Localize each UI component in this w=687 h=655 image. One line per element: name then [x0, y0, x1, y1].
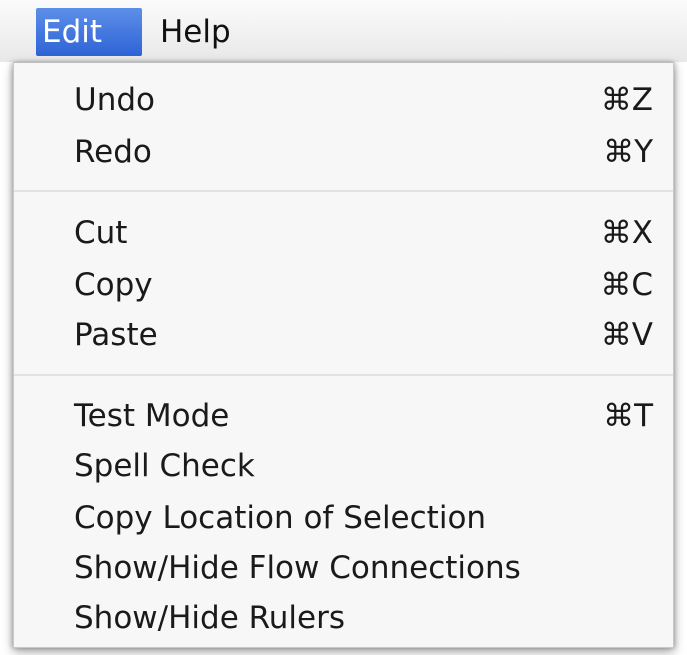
menu-item-label: Paste: [74, 317, 158, 353]
menu-item-copy[interactable]: Copy ⌘C: [74, 260, 653, 310]
menu-item-label: Redo: [74, 134, 152, 170]
edit-menu[interactable]: Edit: [36, 8, 142, 56]
menu-item-undo[interactable]: Undo ⌘Z: [74, 75, 653, 125]
menu-item-label: Test Mode: [74, 398, 230, 434]
menu-item-shortcut: ⌘T: [603, 398, 653, 434]
menu-item-label: Copy: [74, 267, 153, 303]
menu-item-paste[interactable]: Paste ⌘V: [74, 310, 653, 360]
menu-separator: [14, 190, 673, 192]
menu-item-rulers[interactable]: Show/Hide Rulers: [74, 593, 653, 643]
menu-item-copy-location[interactable]: Copy Location of Selection: [74, 493, 653, 543]
menu-item-shortcut: ⌘X: [600, 215, 653, 251]
menu-item-redo[interactable]: Redo ⌘Y: [74, 127, 653, 177]
menu-item-label: Undo: [74, 82, 155, 118]
menu-item-label: Copy Location of Selection: [74, 500, 487, 536]
menu-item-shortcut: ⌘Y: [603, 134, 653, 170]
menu-item-flow-connections[interactable]: Show/Hide Flow Connections: [74, 543, 653, 593]
menu-item-label: Show/Hide Rulers: [74, 600, 345, 636]
menu-item-spell-check[interactable]: Spell Check: [74, 441, 653, 491]
menu-item-cut[interactable]: Cut ⌘X: [74, 208, 653, 258]
menu-item-shortcut: ⌘Z: [600, 82, 653, 118]
menu-item-label: Show/Hide Flow Connections: [74, 550, 521, 586]
menu-item-test-mode[interactable]: Test Mode ⌘T: [74, 391, 653, 441]
menu-bar: Edit Help: [0, 0, 687, 62]
menu-item-shortcut: ⌘C: [600, 267, 653, 303]
menu-item-shortcut: ⌘V: [600, 317, 653, 353]
help-menu[interactable]: Help: [160, 8, 260, 56]
edit-dropdown-menu: Undo ⌘Z Redo ⌘Y Cut ⌘X Copy ⌘C Paste ⌘V …: [13, 62, 674, 648]
menu-separator: [14, 374, 673, 376]
menu-item-label: Cut: [74, 215, 128, 251]
menu-item-label: Spell Check: [74, 448, 255, 484]
